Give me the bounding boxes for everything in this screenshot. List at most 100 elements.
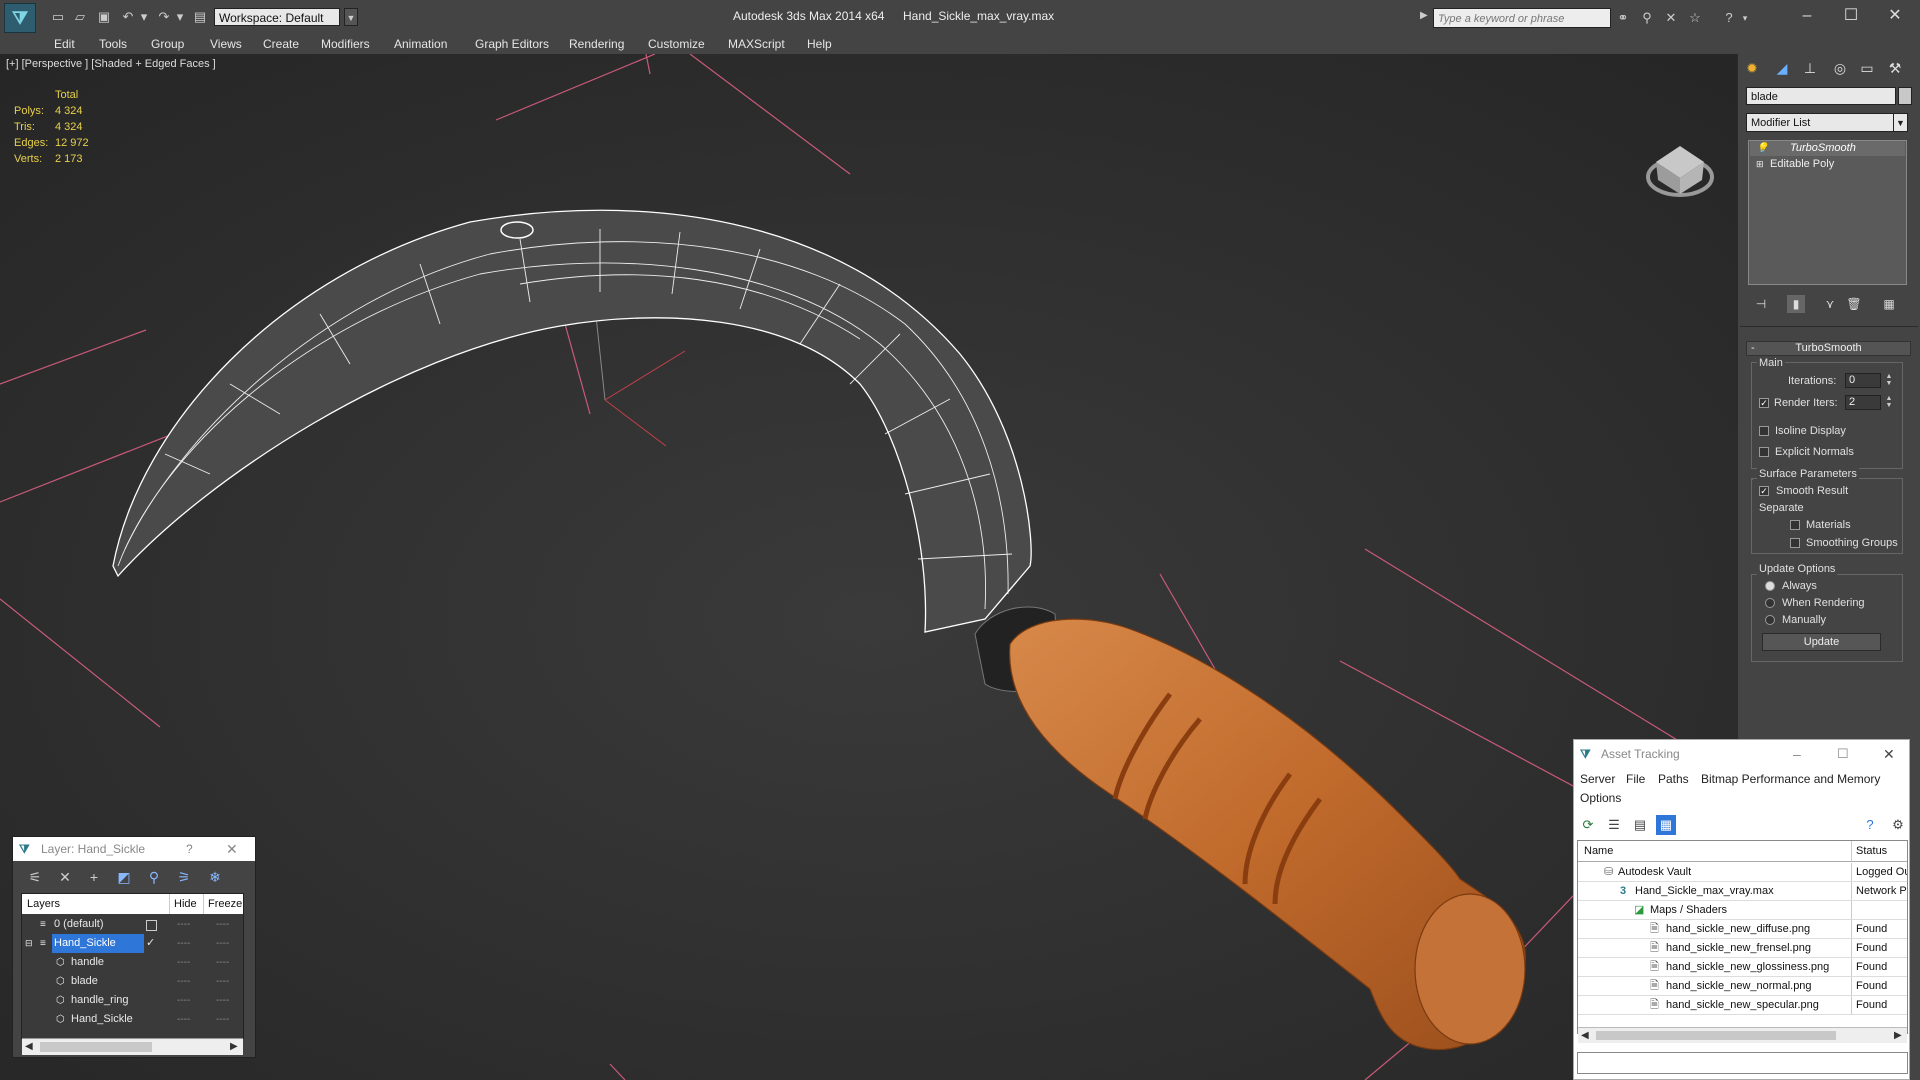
close-icon[interactable]: ✕ — [1883, 741, 1895, 767]
freeze-toggle[interactable]: ---- — [216, 915, 229, 934]
layer-horizontal-scrollbar[interactable]: ◀ ▶ — [22, 1038, 243, 1055]
asset-tracking-titlebar[interactable]: ⧩ Asset Tracking – ☐ ✕ — [1575, 741, 1908, 767]
highlight-layer-icon[interactable]: ⚲ — [144, 867, 164, 887]
menu-group[interactable]: Group — [151, 35, 184, 53]
scroll-thumb[interactable] — [1596, 1031, 1836, 1040]
project-folder-icon[interactable]: ▤ — [192, 9, 208, 25]
create-layer-icon[interactable]: ⚟ — [25, 867, 45, 887]
modifier-list-arrow-icon[interactable]: ▼ — [1893, 113, 1908, 132]
freeze-toggle[interactable]: ---- — [216, 934, 229, 953]
redo-dropdown-icon[interactable]: ▾ — [172, 9, 188, 25]
search-expand-icon[interactable]: ▶ — [1420, 10, 1428, 21]
stack-item-turbosmooth[interactable]: 💡 TurboSmooth — [1750, 141, 1905, 156]
favorites-star-icon[interactable]: ☆ — [1687, 10, 1703, 26]
iterations-spinner[interactable]: 0 — [1845, 373, 1881, 388]
show-end-result-icon[interactable]: ▮ — [1787, 295, 1805, 313]
scroll-right-icon[interactable]: ▶ — [1894, 1028, 1902, 1043]
open-file-icon[interactable]: ▱ — [72, 9, 88, 25]
freeze-toggle[interactable]: ---- — [216, 1010, 229, 1029]
when-rendering-radio[interactable] — [1765, 598, 1775, 608]
add-to-layer-icon[interactable]: + — [84, 867, 104, 887]
asset-menu-server[interactable]: Server — [1580, 772, 1615, 786]
hide-toggle[interactable]: ---- — [177, 953, 190, 972]
new-file-icon[interactable]: ▭ — [50, 9, 66, 25]
current-layer-check-icon[interactable]: ✓ — [146, 934, 155, 953]
delete-layer-icon[interactable]: ✕ — [55, 867, 75, 887]
asset-row[interactable]: ⛁ Autodesk Vault Logged Ou — [1578, 863, 1907, 882]
smooth-result-checkbox[interactable]: ✓ — [1759, 486, 1769, 496]
col-name[interactable]: Name — [1584, 841, 1613, 862]
list-view-icon[interactable]: ☰ — [1604, 815, 1624, 835]
menu-tools[interactable]: Tools — [99, 35, 127, 53]
explicit-normals-checkbox[interactable] — [1759, 447, 1769, 457]
hide-toggle[interactable]: ---- — [177, 915, 190, 934]
workspace-dropdown-arrow-icon[interactable]: ▼ — [344, 8, 358, 26]
layer-row[interactable]: ⬡ handle_ring ---- ---- — [22, 991, 243, 1010]
menu-create[interactable]: Create — [263, 35, 299, 53]
communication-center-icon[interactable]: ✕ — [1663, 10, 1679, 26]
save-file-icon[interactable]: ▣ — [96, 9, 112, 25]
help-icon[interactable]: ? — [1860, 815, 1880, 835]
asset-menu-options[interactable]: Options — [1580, 791, 1621, 805]
asset-row[interactable]: 🗎 hand_sickle_new_diffuse.png Found — [1578, 920, 1907, 939]
subscription-icon[interactable]: ⚲ — [1639, 10, 1655, 26]
asset-row[interactable]: 3 Hand_Sickle_max_vray.max Network P — [1578, 882, 1907, 901]
undo-dropdown-icon[interactable]: ▾ — [136, 9, 152, 25]
remove-modifier-icon[interactable]: 🗑 — [1845, 295, 1863, 313]
maximize-icon[interactable]: ☐ — [1829, 4, 1873, 28]
refresh-icon[interactable]: ⟳ — [1578, 815, 1598, 835]
hide-toggle[interactable]: ---- — [177, 934, 190, 953]
layer-row[interactable]: ⬡ blade ---- ---- — [22, 972, 243, 991]
menu-views[interactable]: Views — [210, 35, 242, 53]
render-iters-spinner-arrows-icon[interactable]: ▲ ▼ — [1884, 395, 1894, 410]
smoothing-groups-checkbox[interactable] — [1790, 538, 1800, 548]
always-radio[interactable] — [1765, 581, 1775, 591]
bulb-icon[interactable]: 💡 — [1756, 141, 1768, 156]
workspace-dropdown[interactable]: Workspace: Default — [214, 8, 340, 26]
minimize-icon[interactable]: – — [1793, 741, 1801, 767]
isoline-display-checkbox[interactable] — [1759, 426, 1769, 436]
help-icon[interactable]: ? — [186, 837, 193, 861]
undo-icon[interactable]: ↶ — [120, 9, 136, 25]
app-menu-logo-icon[interactable]: ⧩ — [4, 3, 36, 33]
settings-icon[interactable]: ⚙ — [1888, 815, 1908, 835]
manually-radio[interactable] — [1765, 615, 1775, 625]
table-view-icon[interactable]: ▦ — [1656, 815, 1676, 835]
col-freeze[interactable]: Freeze — [203, 894, 242, 914]
materials-checkbox[interactable] — [1790, 520, 1800, 530]
search-input[interactable]: Type a keyword or phrase — [1433, 8, 1611, 28]
menu-graph-editors[interactable]: Graph Editors — [475, 35, 549, 53]
freeze-all-layers-icon[interactable]: ❄ — [205, 867, 225, 887]
collapse-icon[interactable]: - — [1751, 342, 1755, 355]
layer-row-selected[interactable]: ⊟ ≡ Hand_Sickle ✓ ---- ---- — [22, 934, 243, 953]
hide-toggle[interactable]: ---- — [177, 1010, 190, 1029]
menu-animation[interactable]: Animation — [394, 35, 447, 53]
create-tab-icon[interactable]: ✹ — [1740, 56, 1764, 80]
scroll-right-icon[interactable]: ▶ — [230, 1039, 238, 1055]
col-hide[interactable]: Hide — [169, 894, 202, 914]
menu-maxscript[interactable]: MAXScript — [728, 35, 785, 53]
asset-row[interactable]: 🗎 hand_sickle_new_specular.png Found — [1578, 996, 1907, 1015]
asset-horizontal-scrollbar[interactable]: ◀ ▶ — [1578, 1027, 1907, 1043]
object-color-swatch[interactable] — [1898, 87, 1912, 105]
redo-icon[interactable]: ↷ — [156, 9, 172, 25]
select-in-layer-icon[interactable]: ◩ — [114, 867, 134, 887]
make-unique-icon[interactable]: ⋎ — [1821, 295, 1839, 313]
minimize-icon[interactable]: – — [1785, 4, 1829, 28]
scroll-left-icon[interactable]: ◀ — [1581, 1028, 1589, 1043]
scroll-left-icon[interactable]: ◀ — [25, 1039, 33, 1055]
col-layers[interactable]: Layers — [27, 894, 60, 914]
asset-row[interactable]: 🗎 hand_sickle_new_normal.png Found — [1578, 977, 1907, 996]
render-iters-spinner[interactable]: 2 — [1845, 395, 1881, 410]
menu-modifiers[interactable]: Modifiers — [321, 35, 370, 53]
close-icon[interactable]: ✕ — [226, 837, 238, 861]
asset-row[interactable]: 🗎 hand_sickle_new_glossiness.png Found — [1578, 958, 1907, 977]
collapse-icon[interactable]: ⊟ — [25, 934, 33, 953]
utilities-tab-icon[interactable]: ⚒ — [1883, 56, 1907, 80]
asset-menu-paths[interactable]: Paths — [1658, 772, 1689, 786]
thumbnail-view-icon[interactable]: ▤ — [1630, 815, 1650, 835]
help-icon[interactable]: ? — [1721, 10, 1737, 26]
turbosmooth-rollout-header[interactable]: - TurboSmooth — [1746, 341, 1911, 356]
asset-row[interactable]: 🗎 hand_sickle_new_frensel.png Found — [1578, 939, 1907, 958]
scroll-thumb[interactable] — [40, 1042, 152, 1052]
